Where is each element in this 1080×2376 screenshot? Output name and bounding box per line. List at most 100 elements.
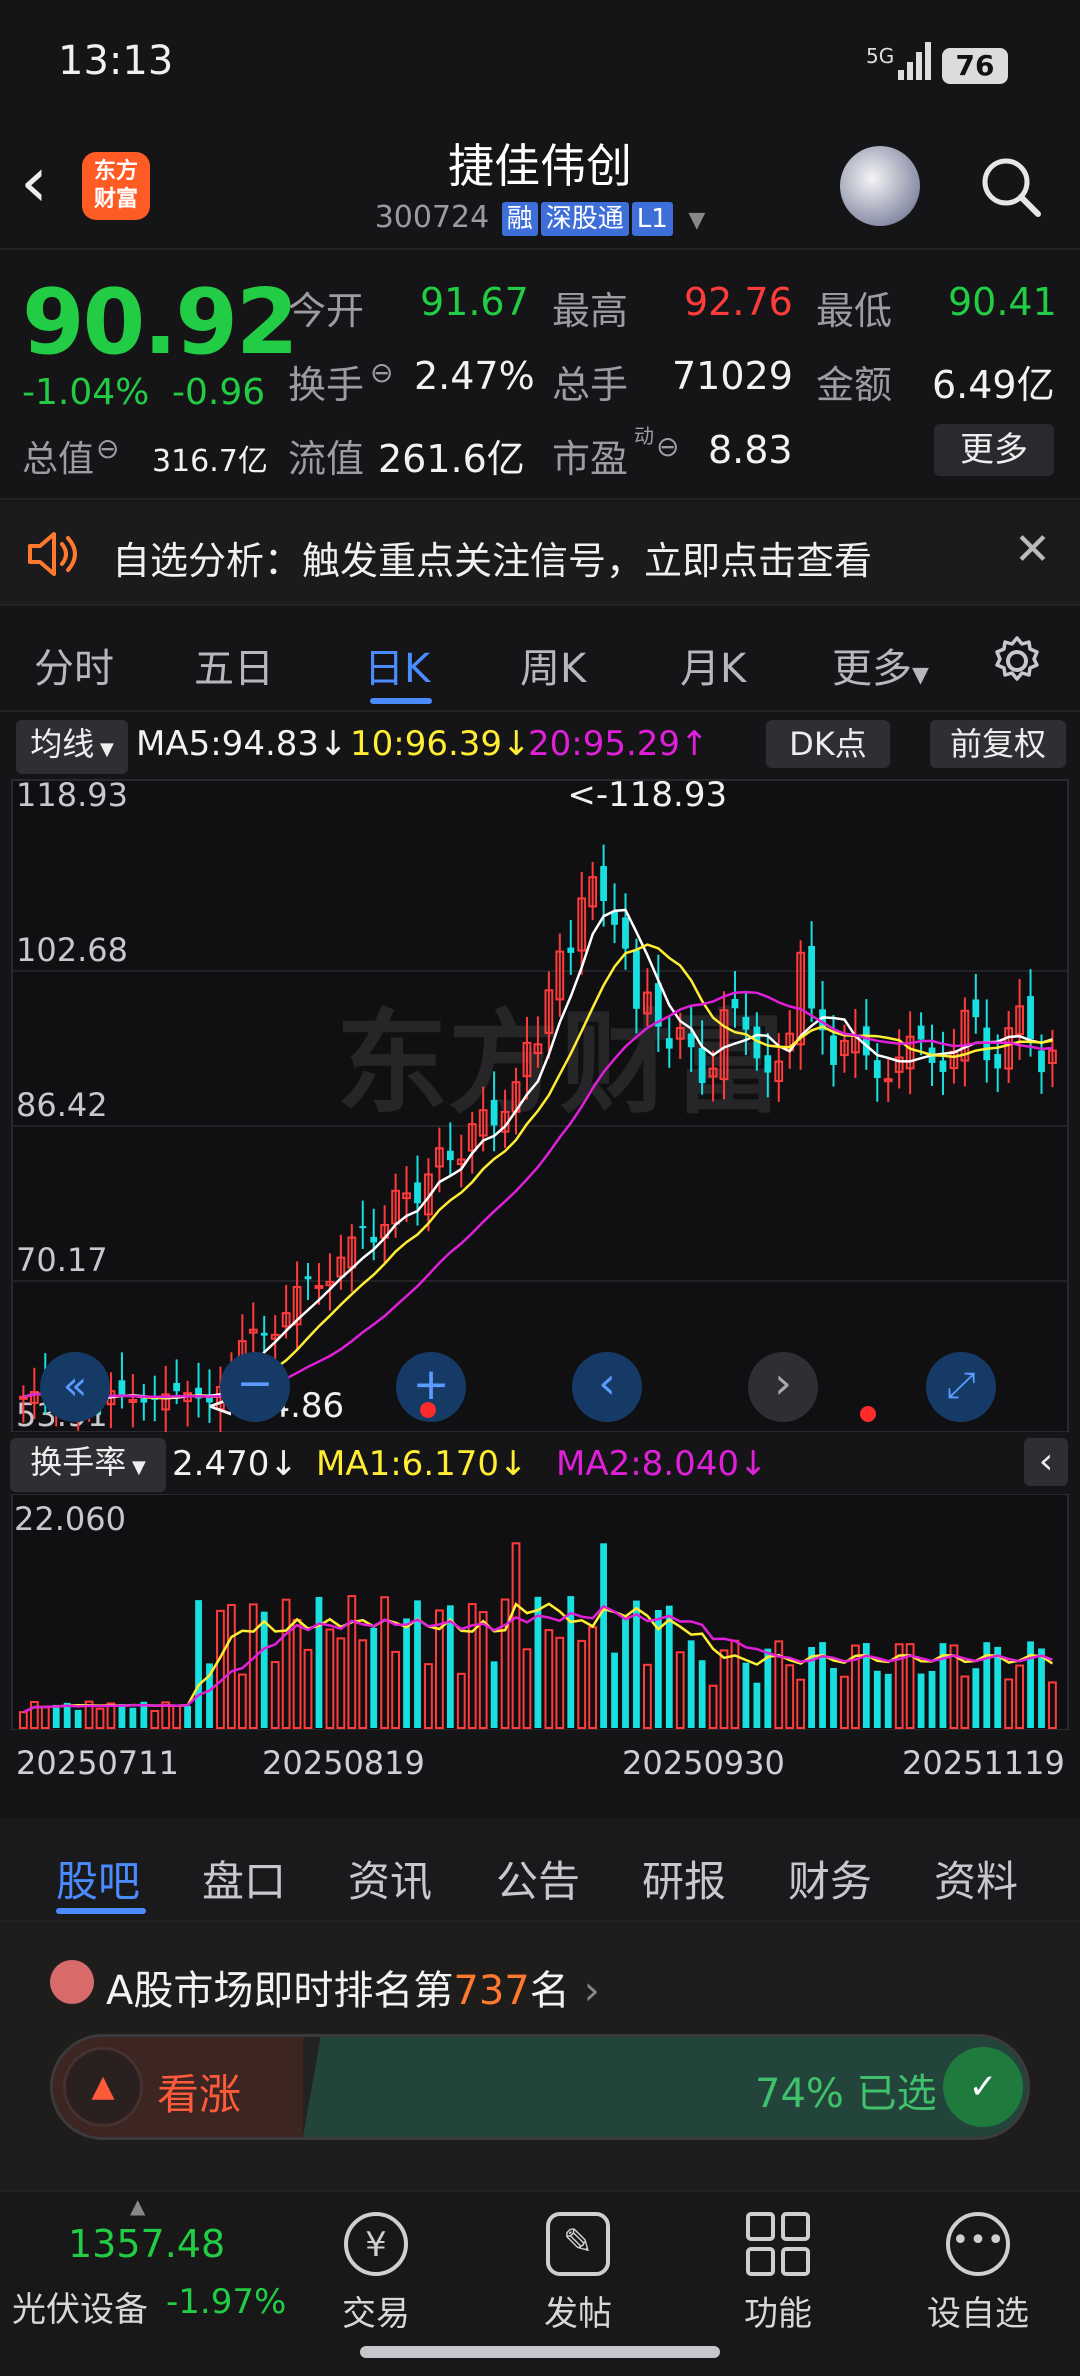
tab-monthly-k[interactable]: 月K xyxy=(680,636,746,694)
turnover-bar xyxy=(622,1617,629,1728)
adjust-button[interactable]: 前复权 xyxy=(930,720,1066,768)
candle-body xyxy=(917,1025,925,1040)
stock-code-line[interactable]: 300724 融深股通 L1 ▼ xyxy=(0,200,1080,236)
candle-body xyxy=(370,1236,378,1243)
candle-body xyxy=(446,1150,454,1161)
turnover-bar xyxy=(830,1667,837,1728)
ranking-link[interactable]: A股市场即时排名第737名 › xyxy=(106,1958,600,2016)
amount-label: 金额 xyxy=(816,363,893,407)
close-icon[interactable]: ✕ xyxy=(1014,524,1051,575)
nav-post[interactable]: ✎ 发帖 xyxy=(508,2212,648,2335)
indicator-selector[interactable]: 均线 ▼ xyxy=(16,720,128,774)
collapse-panel-button[interactable]: ‹ xyxy=(1024,1438,1068,1486)
info-icon[interactable]: ⊖ xyxy=(96,432,119,465)
robot-assistant-icon[interactable] xyxy=(840,146,920,226)
turnover-bar xyxy=(972,1668,980,1728)
dk-point-button[interactable]: DK点 xyxy=(766,720,890,768)
candle-body xyxy=(939,1060,947,1072)
notice-bar[interactable]: 自选分析：触发重点关注信号，立即点击查看 ✕ xyxy=(0,502,1080,606)
bull-label[interactable]: 看涨 xyxy=(157,2061,241,2122)
candle-body xyxy=(994,1054,1002,1069)
turnover-bar xyxy=(665,1605,673,1728)
candle-body xyxy=(1027,996,1034,1040)
ranking-suffix: 名 xyxy=(529,1968,570,2014)
ma20-value: 20:95.29↑ xyxy=(528,724,709,764)
sector-index-name[interactable]: 光伏设备 xyxy=(12,2282,148,2331)
sub-indicator-selector[interactable]: 换手率 ▼ xyxy=(10,1438,166,1492)
edit-icon: ✎ xyxy=(546,2212,610,2276)
volume-value: 71029 xyxy=(672,354,793,398)
turnover-bar xyxy=(698,1660,706,1728)
turnover-bar xyxy=(611,1652,618,1728)
info-icon[interactable]: ⊖ xyxy=(656,430,679,463)
turnover-svg: 22.060 xyxy=(11,1493,1069,1731)
nav-watchlist[interactable]: ••• 设自选 xyxy=(908,2212,1048,2335)
candle-body xyxy=(665,1038,673,1049)
candle-body xyxy=(490,1099,498,1126)
sub-indicator-label: 换手率 xyxy=(30,1443,127,1481)
level-tag: L1 xyxy=(631,202,673,236)
turnover-legend-bar: 换手率 ▼ 2.470↓ MA1:6.170↓ MA2:8.040↓ ‹ xyxy=(0,1434,1080,1494)
nav-trade-label: 交易 xyxy=(342,2294,410,2334)
tab-profile[interactable]: 资料 xyxy=(934,1848,1018,1909)
chevron-down-icon: ▼ xyxy=(94,739,114,760)
turnover-bar xyxy=(917,1673,925,1728)
turnover-bar xyxy=(928,1670,936,1728)
more-quote-button[interactable]: 更多 xyxy=(934,424,1054,476)
selected-percent: 74% 已选 xyxy=(755,2071,937,2117)
tab-more[interactable]: 更多▼ xyxy=(832,636,929,694)
nav-functions[interactable]: 功能 xyxy=(708,2212,848,2335)
ranking-panel: A股市场即时排名第737名 › ▲ 看涨 74% 已选 ✓ xyxy=(0,1922,1080,2190)
tab-financials[interactable]: 财务 xyxy=(788,1848,872,1909)
ma-legend-bar: 均线 ▼ MA5:94.83↓ 10:96.39↓ 20:95.29↑ DK点 … xyxy=(0,714,1080,774)
tab-daily-k[interactable]: 日K xyxy=(364,636,430,694)
amount-value: 6.49亿 xyxy=(932,363,1055,407)
tab-news[interactable]: 资讯 xyxy=(348,1848,432,1909)
gear-icon[interactable] xyxy=(990,634,1044,688)
candle-body xyxy=(633,950,640,1009)
grid-icon xyxy=(746,2212,810,2276)
step-right-button[interactable]: › xyxy=(748,1352,818,1422)
info-icon[interactable]: ⊖ xyxy=(370,356,393,389)
tab-weekly-k[interactable]: 周K xyxy=(520,636,586,694)
tab-orderbook[interactable]: 盘口 xyxy=(202,1848,286,1909)
tab-research[interactable]: 研报 xyxy=(642,1848,726,1909)
expand-up-icon[interactable]: ▲ xyxy=(130,2194,145,2218)
turnover-bar xyxy=(742,1662,750,1728)
candle-body xyxy=(359,1226,367,1229)
search-icon[interactable] xyxy=(978,154,1042,218)
candle-body xyxy=(883,1078,893,1083)
turnover-bar xyxy=(1038,1648,1045,1728)
stock-code: 300724 xyxy=(374,200,490,235)
home-indicator[interactable] xyxy=(360,2346,720,2358)
candle-body xyxy=(260,1332,268,1336)
tab-guba[interactable]: 股吧 xyxy=(56,1848,140,1909)
turnover-bar xyxy=(687,1640,695,1728)
high-value: 92.76 xyxy=(684,280,793,324)
period-tabs: 分时 五日 日K 周K 月K 更多▼ xyxy=(0,608,1080,712)
tab-five-day[interactable]: 五日 xyxy=(194,636,274,694)
candlestick-chart[interactable]: 东方财富 118.93102.6886.4270.1753.91 <-118.9… xyxy=(0,772,1080,1434)
clock: 13:13 xyxy=(58,38,174,84)
step-left-button[interactable]: ‹ xyxy=(572,1352,642,1422)
turnover-bar xyxy=(370,1627,378,1728)
status-bar: 13:13 5G 76 xyxy=(0,0,1080,120)
sector-index-value[interactable]: 1357.48 xyxy=(68,2222,225,2266)
y-tick-label: 102.68 xyxy=(16,931,128,969)
nav-trade[interactable]: ¥ 交易 xyxy=(306,2212,446,2335)
active-tab-indicator xyxy=(56,1908,146,1914)
sector-index-change: -1.97% xyxy=(166,2282,287,2322)
chevron-down-icon: ▼ xyxy=(912,663,929,688)
candle-body xyxy=(862,1026,870,1056)
fullscreen-icon[interactable]: ⤢ xyxy=(926,1352,996,1422)
chevron-down-icon: ▼ xyxy=(688,208,706,233)
stock-header: ‹ 东方 财富 捷佳伟创 300724 融深股通 L1 ▼ xyxy=(0,120,1080,250)
candle-body xyxy=(128,1398,138,1403)
zoom-out-button[interactable]: − xyxy=(220,1352,290,1422)
tab-intraday[interactable]: 分时 xyxy=(34,636,114,694)
candle-body xyxy=(118,1380,126,1395)
scroll-left-fast-button[interactable]: « xyxy=(40,1352,110,1422)
tab-announcements[interactable]: 公告 xyxy=(496,1848,580,1909)
nav-functions-label: 功能 xyxy=(744,2294,812,2334)
date-axis: 20250711 20250819 20250930 20251119 xyxy=(0,1728,1080,1816)
